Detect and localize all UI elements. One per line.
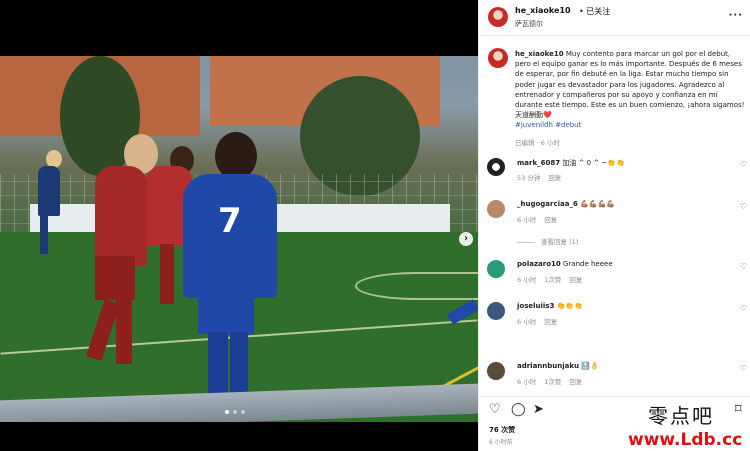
commenter-avatar[interactable] (487, 302, 505, 320)
player-red-1 (95, 166, 147, 266)
carousel-indicator (225, 410, 245, 414)
commenter-avatar[interactable] (487, 200, 505, 218)
player-red-1-leg (116, 300, 132, 364)
post-side-panel: he_xiaoke10 • 已关注 萨瓦德尔 ··· he_xiaoke10 M… (478, 0, 750, 451)
comment-like-count[interactable]: 1次赞 (544, 378, 561, 386)
comment-meta: 6 小时 回复 (517, 318, 558, 326)
comment-text: polazaro10 Grande heeee (517, 260, 613, 268)
comment-text: _hugogarciaa_6 💪🏽💪🏽💪🏽💪🏽 (517, 200, 615, 208)
commenter-avatar[interactable] (487, 362, 505, 380)
reply-button[interactable]: 回复 (569, 276, 582, 284)
reply-button[interactable]: 回复 (548, 174, 561, 182)
caption-text: Muy contento para marcar un gol por el d… (515, 50, 745, 110)
watermark-text: 零点吧 (648, 404, 714, 428)
more-horizontal-icon[interactable]: ··· (729, 10, 743, 21)
watermark-url: www.Ldb.cc (628, 430, 743, 450)
instagram-post-view: 7 › he_xiaoke10 • 已关注 萨瓦德尔 ··· he_xiaoke… (0, 0, 750, 451)
player-7-number: 7 (218, 201, 242, 241)
like-comment-heart-icon[interactable]: ♡ (740, 364, 747, 373)
carousel-dot (233, 410, 237, 414)
player-blue-far (38, 166, 60, 216)
like-comment-heart-icon[interactable]: ♡ (740, 202, 747, 211)
like-comment-heart-icon[interactable]: ♡ (740, 304, 747, 313)
player-blue-far-leg (40, 214, 48, 254)
reply-button[interactable]: 回复 (544, 318, 557, 326)
comment-text: adriannbunjaku 🔝👌 (517, 362, 599, 370)
author-avatar[interactable] (488, 7, 508, 27)
like-comment-heart-icon[interactable]: ♡ (740, 160, 747, 169)
player-red-2-leg (160, 244, 174, 304)
player-7-head (215, 132, 257, 180)
reply-button[interactable]: 回复 (569, 378, 582, 386)
caption-hashtags[interactable]: #juvenildh #debut (515, 121, 581, 129)
comment-text: joseluiis3 👏👏👏 (517, 302, 583, 310)
posted-time: 6 小时前 (489, 439, 513, 446)
follow-status[interactable]: • 已关注 (579, 6, 610, 17)
post-media-panel: 7 › (0, 0, 478, 451)
carousel-dot (225, 410, 229, 414)
comment-text: mark_6087 加油 ^ 0 ^ ~👏👏 (517, 159, 625, 167)
share-send-icon[interactable]: ➤ (533, 402, 544, 417)
caption-meta: 已编辑 · 6 小时 (515, 138, 560, 147)
post-photo[interactable]: 7 (0, 56, 478, 422)
comment-bubble-icon[interactable]: ◯ (511, 402, 526, 417)
like-comment-heart-icon[interactable]: ♡ (740, 262, 747, 271)
commenter-avatar[interactable] (487, 158, 505, 176)
pitch-arc (355, 272, 478, 300)
player-red-1-shorts (95, 256, 135, 300)
next-image-button[interactable]: › (459, 232, 473, 246)
caption-author-avatar[interactable] (488, 48, 508, 68)
comment-like-count[interactable]: 1次赞 (544, 276, 561, 284)
carousel-dot (241, 410, 245, 414)
view-replies-button[interactable]: 查看回复 (1) (517, 236, 578, 246)
caption-username[interactable]: he_xiaoke10 (515, 50, 564, 58)
player-7-leg (230, 332, 248, 396)
reply-button[interactable]: 回复 (544, 216, 557, 224)
player-7-shorts (198, 294, 254, 334)
comment-meta: 53 分钟 回复 (517, 174, 562, 182)
post-location[interactable]: 萨瓦德尔 (515, 19, 543, 29)
heart-emoji: ❤️ (543, 111, 552, 120)
comment-meta: 6 小时 回复 (517, 216, 558, 224)
like-heart-icon[interactable]: ♡ (489, 402, 501, 417)
author-username[interactable]: he_xiaoke10 (515, 6, 571, 15)
post-header: he_xiaoke10 • 已关注 萨瓦德尔 ··· (479, 0, 750, 36)
likes-count[interactable]: 76 次赞 (489, 425, 515, 435)
bookmark-icon[interactable]: ⌑ (735, 402, 742, 417)
caption-chinese: 天道酬勤 (515, 111, 543, 120)
post-caption: he_xiaoke10 Muy contento para marcar un … (515, 49, 745, 147)
comment-meta: 6 小时 1次赞 回复 (517, 276, 583, 284)
commenter-avatar[interactable] (487, 260, 505, 278)
comment-meta: 6 小时 1次赞 回复 (517, 378, 583, 386)
